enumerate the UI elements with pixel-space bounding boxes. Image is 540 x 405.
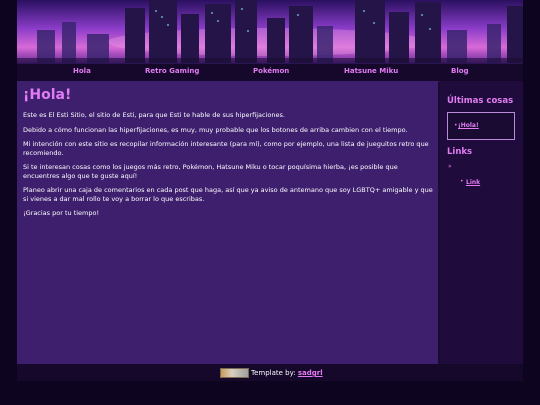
footer-credit-label: Template by: [251,369,296,377]
intro-paragraph-1: Este es El Esti Sitio, el sitio de Esti,… [23,111,285,119]
bullet-icon: • [454,122,458,129]
intro-paragraph-3: Mi intención con este sitio es recopilar… [23,140,429,157]
footer: Template by: sadgrl [17,364,523,381]
main-content: ¡Hola! Este es El Esti Sitio, el sitio d… [17,81,438,364]
links-heading: Links [447,147,473,157]
recent-posts-box: • ¡Hola! [447,112,515,140]
template-badge-image[interactable] [220,368,249,378]
nav-link-hatsune-miku[interactable]: Hatsune Miku [344,67,398,75]
intro-paragraph-4: Si te interesan cosas como los juegos má… [23,163,398,180]
chevron-right-icon: » [448,163,452,170]
footer-credit: Template by: sadgrl [220,368,323,378]
nav-link-blog[interactable]: Blog [451,67,469,75]
page-container: Hola Retro Gaming Pokémon Hatsune Miku B… [17,0,523,381]
sidebar: Últimas cosas • ¡Hola! Links » • Link [440,81,523,364]
city-skyline-illustration [17,0,523,63]
intro-paragraph-6: ¡Gracias por tu tiempo! [23,209,100,217]
page-title: ¡Hola! [23,87,72,103]
intro-paragraph-5: Planeo abrir una caja de comentarios en … [23,186,433,203]
nav-link-retro-gaming[interactable]: Retro Gaming [145,67,199,75]
intro-paragraph-2: Debido a cómo funcionan las hiperfijacio… [23,126,408,134]
top-navigation-bar: Hola Retro Gaming Pokémon Hatsune Miku B… [17,63,523,82]
header-banner-image [17,0,523,63]
sidebar-link[interactable]: Link [466,179,480,186]
footer-author-link[interactable]: sadgrl [298,369,323,377]
bullet-icon: • [460,178,464,185]
recent-post-link[interactable]: ¡Hola! [458,122,479,129]
nav-link-hola[interactable]: Hola [73,67,91,75]
nav-link-pokemon[interactable]: Pokémon [253,67,289,75]
recent-posts-heading: Últimas cosas [447,96,514,106]
